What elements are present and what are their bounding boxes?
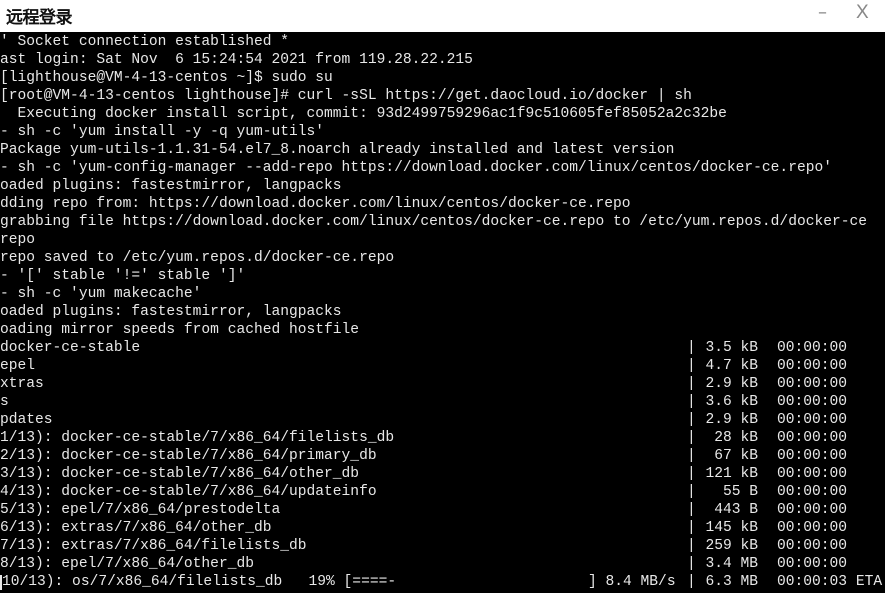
column-separator: | [687,502,696,518]
row-name: 7/13): extras/7/x86_64/filelists_db [0,538,307,554]
terminal-line: repo saved to /etc/yum.repos.d/docker-ce… [0,250,395,266]
terminal-line: - sh -c 'yum makecache' [0,286,202,302]
row-name: 1/13): docker-ce-stable/7/x86_64/filelis… [0,430,395,446]
row-name: 8/13): epel/7/x86_64/other_db [0,556,254,572]
row-time: 00:00:00 [777,340,848,356]
download-row: 3/13): docker-ce-stable/7/x86_64/other_d… [0,465,885,483]
row-time: 00:00:00 [777,520,848,536]
download-row: 1/13): docker-ce-stable/7/x86_64/filelis… [0,429,885,447]
terminal-line: Executing docker install script, commit:… [0,106,727,122]
terminal-line: Package yum-utils-1.1.31-54.el7_8.noarch… [0,142,675,158]
minimize-button[interactable]: – [818,2,827,24]
row-size: 3.4 MB [705,556,758,572]
column-separator: | [687,484,696,500]
window-title: 远程登录 [6,8,73,28]
column-separator: | [687,538,696,554]
row-name: epel [0,358,36,374]
row-time: 00:00:00 [777,466,848,482]
column-separator: | [687,466,696,482]
row-size: 259 kB [705,538,758,554]
progress-name: 10/13): os/7/x86_64/filelists_db 19% [==… [2,574,397,590]
download-row: docker-ce-stable | 3.5 kB 00:00:00 [0,339,885,357]
column-separator: | [687,556,696,572]
download-row: 8/13): epel/7/x86_64/other_db | 3.4 MB 00:0… [0,555,885,573]
row-name: xtras [0,376,44,392]
title-bar: 远程登录 – X [0,0,885,32]
column-separator: | [687,412,696,428]
download-row: 5/13): epel/7/x86_64/prestodelta | 443 B 00… [0,501,885,519]
terminal-line: - sh -c 'yum-config-manager --add-repo h… [0,160,832,176]
row-name: 5/13): epel/7/x86_64/prestodelta [0,502,281,518]
column-separator: | [687,340,696,356]
download-row: 6/13): extras/7/x86_64/other_db | 145 kB 00… [0,519,885,537]
close-button[interactable]: X [856,2,869,24]
row-size: 121 kB [705,466,758,482]
download-row: pdates | 2.9 kB 00:00:00 [0,411,885,429]
download-row: 2/13): docker-ce-stable/7/x86_64/primary… [0,447,885,465]
row-size: 443 B [714,502,758,518]
terminal-line: ' Socket connection established * [0,34,290,50]
row-time: 00:00:00 [777,376,848,392]
terminal-line: oading mirror speeds from cached hostfil… [0,322,360,338]
column-separator: | [687,574,696,590]
row-size: 67 kB [714,448,758,464]
row-name: 2/13): docker-ce-stable/7/x86_64/primary… [0,448,377,464]
terminal-line: dding repo from: https://download.docker… [0,196,631,212]
row-size: 145 kB [705,520,758,536]
row-time: 00:00:00 [777,430,848,446]
row-time: 00:00:00 [777,358,848,374]
row-name: s [0,394,9,410]
terminal-output[interactable]: ' Socket connection established * ast log… [0,32,885,593]
row-time: 00:00:00 [777,502,848,518]
row-name: docker-ce-stable [0,340,141,356]
row-size: 3.5 kB [705,340,758,356]
download-row: s | 3.6 kB 00:00:00 [0,393,885,411]
row-size: 2.9 kB [705,376,758,392]
terminal-line: - '[' stable '!=' stable ']' [0,268,246,284]
row-time: 00:00:00 [777,448,848,464]
terminal-line: [root@VM-4-13-centos lighthouse]# curl -… [0,88,692,104]
terminal-line: [lighthouse@VM-4-13-centos ~]$ sudo su [0,70,333,86]
column-separator: | [687,394,696,410]
row-size: 4.7 kB [705,358,758,374]
row-time: 00:00:00 [777,556,848,572]
column-separator: | [687,448,696,464]
terminal-line: ast login: Sat Nov 6 15:24:54 2021 from … [0,52,473,68]
row-size: 28 kB [714,430,758,446]
row-name: 3/13): docker-ce-stable/7/x86_64/other_d… [0,466,360,482]
terminal-line: grabbing file https://download.docker.co… [0,214,868,230]
terminal-line: oaded plugins: fastestmirror, langpacks [0,304,342,320]
column-separator: | [687,520,696,536]
row-time: 00:00:00 [777,394,848,410]
column-separator: | [687,376,696,392]
progress-size: 6.3 MB [705,574,758,590]
row-name: 6/13): extras/7/x86_64/other_db [0,520,272,536]
progress-speed: ] 8.4 MB/s [588,574,676,590]
row-time: 00:00:00 [777,538,848,554]
download-row: xtras | 2.9 kB 00:00:00 [0,375,885,393]
row-name: 4/13): docker-ce-stable/7/x86_64/updatei… [0,484,377,500]
terminal-line: - sh -c 'yum install -y -q yum-utils' [0,124,325,140]
row-time: 00:00:00 [777,412,848,428]
terminal-line: repo [0,232,36,248]
column-separator: | [687,358,696,374]
download-row: epel | 4.7 kB 00:00:00 [0,357,885,375]
column-separator: | [687,430,696,446]
row-size: 3.6 kB [705,394,758,410]
row-name: pdates [0,412,53,428]
progress-time: 00:00:03 ETA [777,574,883,590]
download-row: 7/13): extras/7/x86_64/filelists_db | 259 … [0,537,885,555]
row-size: 55 B [722,484,758,500]
row-size: 2.9 kB [705,412,758,428]
terminal-line: oaded plugins: fastestmirror, langpacks [0,178,342,194]
progress-row: 10/13): os/7/x86_64/filelists_db 19% [==… [0,573,885,591]
row-time: 00:00:00 [777,484,848,500]
download-row: 4/13): docker-ce-stable/7/x86_64/updatei… [0,483,885,501]
